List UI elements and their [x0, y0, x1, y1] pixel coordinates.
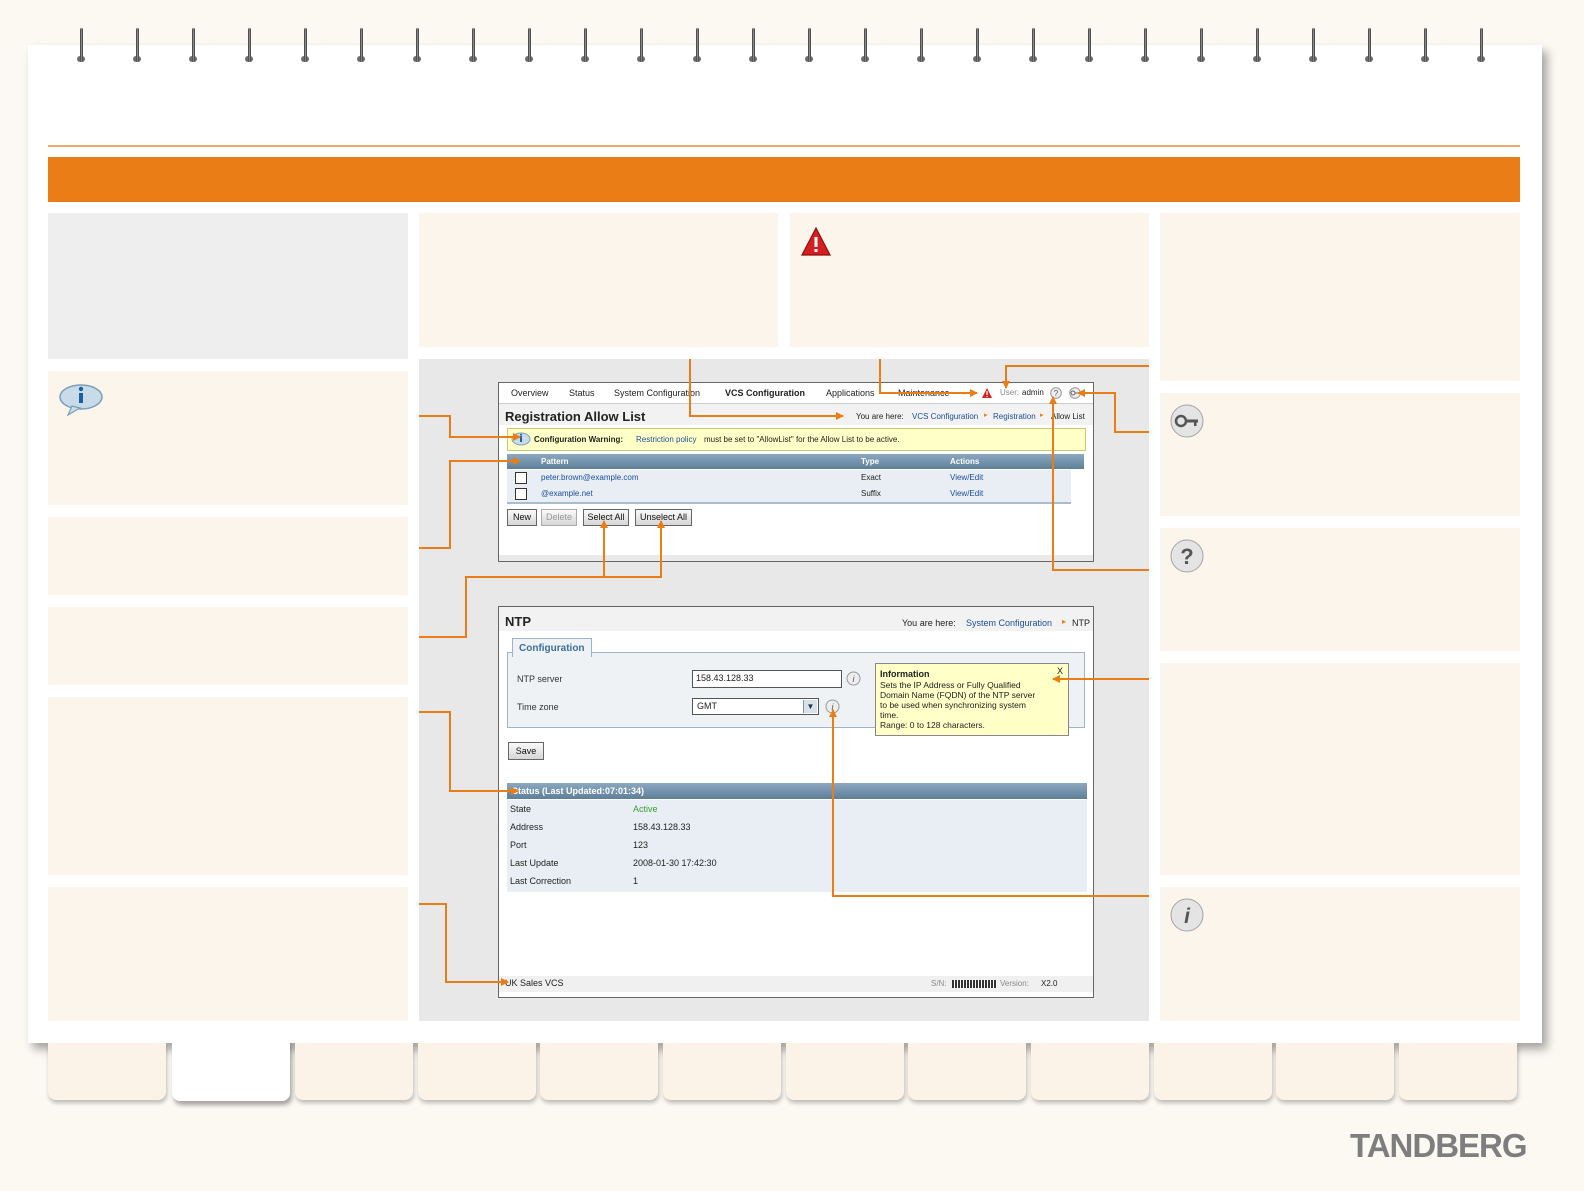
binding-ring [1421, 28, 1429, 66]
binding-ring [133, 28, 141, 66]
chapter-tab[interactable] [295, 1043, 413, 1100]
chapter-tab[interactable] [1154, 1043, 1272, 1100]
binding-ring [77, 28, 85, 66]
binding-ring [581, 28, 589, 66]
binding-ring [525, 28, 533, 66]
chapter-tab[interactable] [418, 1043, 536, 1100]
binding-ring [693, 28, 701, 66]
binding-ring [1085, 28, 1093, 66]
binding-ring [189, 28, 197, 66]
chapter-tab[interactable] [786, 1043, 904, 1100]
binding-ring [469, 28, 477, 66]
binding-ring [1197, 28, 1205, 66]
binding-ring [805, 28, 813, 66]
chapter-tab[interactable] [1399, 1043, 1517, 1100]
binding-ring [413, 28, 421, 66]
chapter-tab[interactable] [663, 1043, 781, 1100]
binding-ring [1477, 28, 1485, 66]
binding-ring [1141, 28, 1149, 66]
binding-ring [861, 28, 869, 66]
chapter-tab[interactable] [908, 1043, 1026, 1100]
binding-ring [973, 28, 981, 66]
binding-ring [301, 28, 309, 66]
binding-ring [1253, 28, 1261, 66]
chapter-tab[interactable] [1031, 1043, 1149, 1100]
tandberg-logo: TANDBERG [1350, 1127, 1528, 1164]
binding-ring [1309, 28, 1317, 66]
binding-ring [245, 28, 253, 66]
binding-ring [1029, 28, 1037, 66]
chapter-tab-active[interactable] [172, 1041, 290, 1101]
chapter-tab[interactable] [1276, 1043, 1394, 1100]
chapter-tabs [48, 1041, 1520, 1103]
chapter-tab[interactable] [48, 1043, 166, 1100]
chapter-tab[interactable] [540, 1043, 658, 1100]
binding-ring [917, 28, 925, 66]
callout-arrows [419, 359, 1149, 986]
binding-ring [749, 28, 757, 66]
binding-ring [1365, 28, 1373, 66]
binding-ring [357, 28, 365, 66]
binding-ring [637, 28, 645, 66]
